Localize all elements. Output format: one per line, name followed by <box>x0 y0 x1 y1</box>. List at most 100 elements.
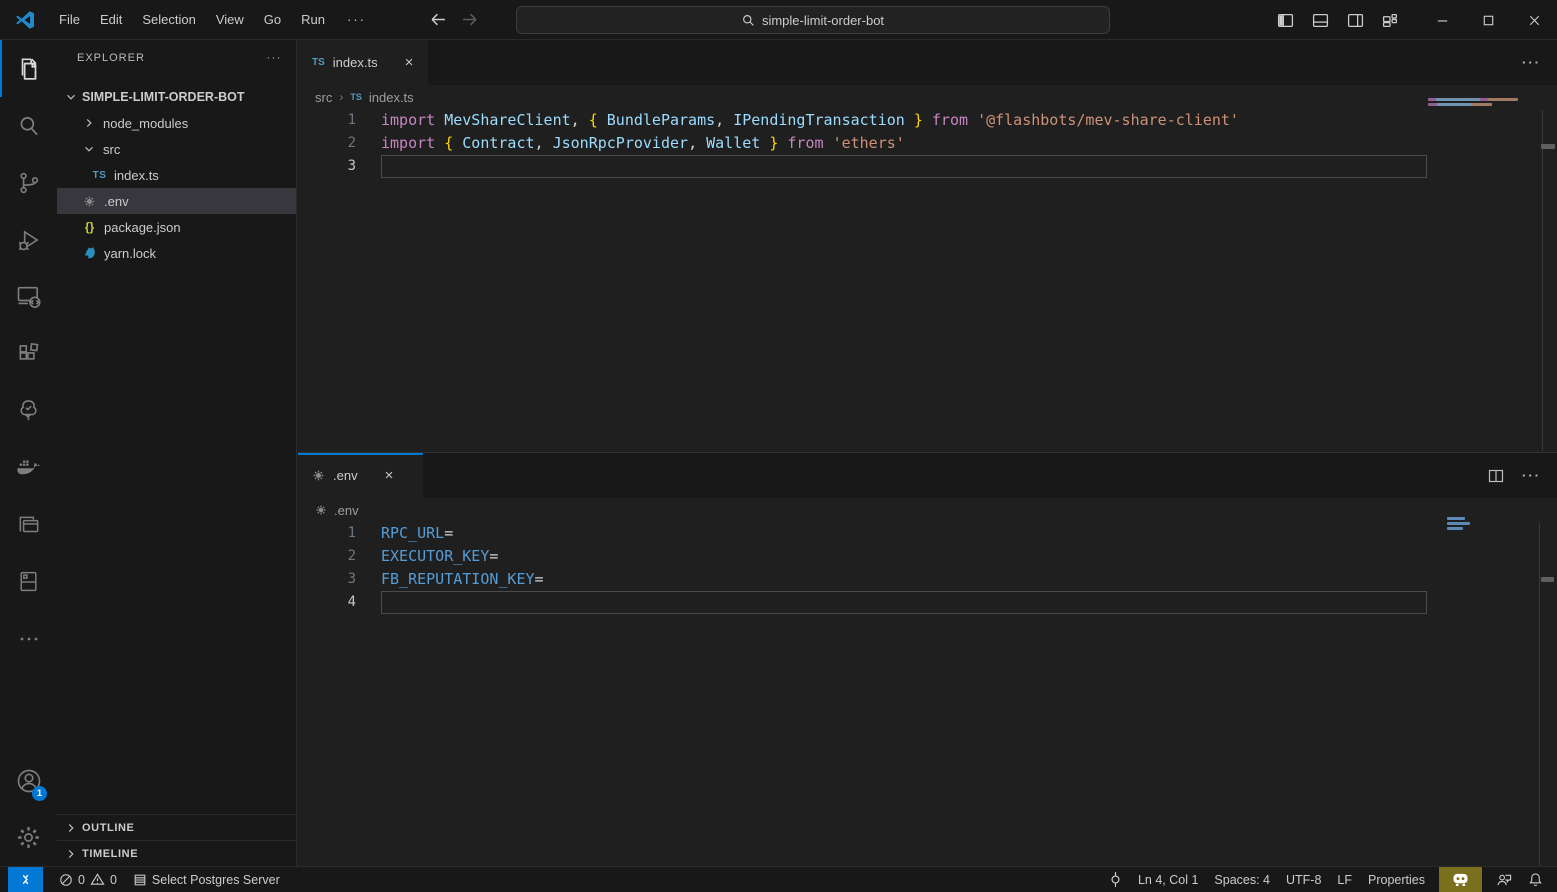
more-views-button[interactable] <box>0 610 57 667</box>
explorer-more-actions[interactable]: ··· <box>267 52 283 64</box>
command-center-search[interactable]: simple-limit-order-bot <box>516 6 1110 34</box>
scrollbar-thumb[interactable] <box>1541 577 1554 582</box>
indentation[interactable]: Spaces: 4 <box>1206 867 1278 892</box>
copilot-status[interactable] <box>1439 867 1482 892</box>
menu-view[interactable]: View <box>206 0 254 39</box>
scrollbar-track <box>1539 523 1540 866</box>
tab-bar: .env × ··· <box>298 453 1557 498</box>
remote-explorer-activity-button[interactable] <box>0 268 57 325</box>
code-line[interactable]: 3 <box>298 155 1557 178</box>
eol-sequence[interactable]: LF <box>1329 867 1360 892</box>
code-line-content[interactable]: import { Contract, JsonRpcProvider, Wall… <box>381 132 1427 155</box>
maximize-button[interactable] <box>1465 0 1511 40</box>
explorer-activity-button[interactable] <box>0 40 57 97</box>
cursor-position[interactable]: Ln 4, Col 1 <box>1130 867 1206 892</box>
close-tab-icon[interactable]: × <box>382 466 397 485</box>
extensions-activity-button[interactable] <box>0 325 57 382</box>
encoding-label: UTF-8 <box>1286 873 1321 887</box>
close-tab-icon[interactable]: × <box>402 53 417 72</box>
docker-activity-button[interactable] <box>0 439 57 496</box>
toggle-panel-icon[interactable] <box>1308 8 1333 33</box>
code-line-content[interactable] <box>381 591 1427 614</box>
more-actions-icon[interactable]: ··· <box>1522 468 1541 483</box>
run-and-debug-icon <box>16 227 42 253</box>
menu-file[interactable]: File <box>49 0 90 39</box>
accounts-button[interactable]: 1 <box>0 752 57 809</box>
tree-item-index-ts[interactable]: TS index.ts <box>57 162 296 188</box>
line-number: 2 <box>298 545 356 568</box>
encoding[interactable]: UTF-8 <box>1278 867 1329 892</box>
code-line[interactable]: 1RPC_URL= <box>298 522 1557 545</box>
code-line-content[interactable]: import MevShareClient, { BundleParams, I… <box>381 109 1427 132</box>
language-mode[interactable]: Properties <box>1360 867 1433 892</box>
source-control-activity-button[interactable] <box>0 154 57 211</box>
toggle-primary-sidebar-icon[interactable] <box>1273 8 1298 33</box>
split-editor-icon[interactable] <box>1488 468 1504 484</box>
editor-group-bottom: .env × ··· .env 1RPC_URL=2 EXECUTOR_KEY=3… <box>298 452 1557 866</box>
code-line[interactable]: 1import MevShareClient, { BundleParams, … <box>298 109 1557 132</box>
forward-arrow-icon[interactable] <box>461 11 478 28</box>
menu-selection[interactable]: Selection <box>132 0 205 39</box>
tree-item-package-json[interactable]: {} package.json <box>57 214 296 240</box>
ports-indicator[interactable] <box>1101 867 1130 892</box>
editor-windows-activity-button[interactable] <box>0 496 57 553</box>
back-arrow-icon[interactable] <box>430 11 447 28</box>
feedback-indicator[interactable] <box>1488 867 1520 892</box>
code-line-content[interactable]: RPC_URL= <box>381 522 1427 545</box>
menu-overflow[interactable]: ··· <box>335 0 378 39</box>
scrollbar-thumb[interactable] <box>1541 144 1555 149</box>
breadcrumb-src[interactable]: src <box>315 90 332 105</box>
menu-go[interactable]: Go <box>254 0 291 39</box>
code-line-content[interactable]: FB_REPUTATION_KEY= <box>381 568 1427 591</box>
code-line[interactable]: 3FB_REPUTATION_KEY= <box>298 568 1557 591</box>
breadcrumb-index-ts[interactable]: index.ts <box>369 90 414 105</box>
chevron-right-icon: › <box>339 90 343 104</box>
typescript-file-icon: TS <box>312 57 325 68</box>
tree-item-node-modules[interactable]: node_modules <box>57 110 296 136</box>
code-line[interactable]: 2 EXECUTOR_KEY= <box>298 545 1557 568</box>
tree-root-folder[interactable]: SIMPLE-LIMIT-ORDER-BOT <box>57 84 296 110</box>
files-icon <box>16 56 42 82</box>
more-actions-icon[interactable]: ··· <box>1522 55 1541 70</box>
menu-run[interactable]: Run <box>291 0 335 39</box>
minimap[interactable] <box>1447 517 1473 532</box>
toggle-secondary-sidebar-icon[interactable] <box>1343 8 1368 33</box>
postgres-server-status[interactable]: Select Postgres Server <box>125 867 288 892</box>
titlebar-right <box>1273 0 1557 40</box>
gear-icon <box>15 824 42 851</box>
testing-activity-button[interactable] <box>0 382 57 439</box>
run-debug-activity-button[interactable] <box>0 211 57 268</box>
chevron-down-icon <box>81 141 97 157</box>
tree-item-src[interactable]: src <box>57 136 296 162</box>
minimap[interactable] <box>1428 98 1528 108</box>
code-line-content[interactable]: EXECUTOR_KEY= <box>381 545 1427 568</box>
customize-layout-icon[interactable] <box>1378 8 1403 33</box>
tab-index-ts[interactable]: TS index.ts × <box>298 40 428 85</box>
close-window-button[interactable] <box>1511 0 1557 40</box>
menu-edit[interactable]: Edit <box>90 0 132 39</box>
notebook-activity-button[interactable] <box>0 553 57 610</box>
code-line[interactable]: 2import { Contract, JsonRpcProvider, Wal… <box>298 132 1557 155</box>
tree-item-env[interactable]: .env <box>57 188 296 214</box>
code-editor-env[interactable]: 1RPC_URL=2 EXECUTOR_KEY=3FB_REPUTATION_KE… <box>298 522 1557 866</box>
remote-indicator[interactable] <box>8 867 43 892</box>
outline-section[interactable]: OUTLINE <box>57 814 296 840</box>
breadcrumb-env[interactable]: .env <box>334 503 359 518</box>
eol-label: LF <box>1337 873 1352 887</box>
minimize-button[interactable] <box>1419 0 1465 40</box>
tab-env[interactable]: .env × <box>298 453 423 498</box>
timeline-section[interactable]: TIMELINE <box>57 840 296 866</box>
settings-button[interactable] <box>0 809 57 866</box>
search-activity-button[interactable] <box>0 97 57 154</box>
breadcrumb[interactable]: .env <box>298 498 1557 522</box>
code-line-content[interactable] <box>381 155 1427 178</box>
notifications-indicator[interactable] <box>1520 867 1551 892</box>
code-line[interactable]: 4 <box>298 591 1557 614</box>
problems-indicator[interactable]: 0 0 <box>51 867 125 892</box>
tree-item-yarn-lock[interactable]: yarn.lock <box>57 240 296 266</box>
code-editor-index-ts[interactable]: 1import MevShareClient, { BundleParams, … <box>298 109 1557 451</box>
file-label: yarn.lock <box>104 246 156 261</box>
menu-bar: File Edit Selection View Go Run ··· <box>49 0 378 39</box>
breadcrumb[interactable]: src › TS index.ts <box>298 85 1557 109</box>
tab-label: index.ts <box>333 55 378 70</box>
